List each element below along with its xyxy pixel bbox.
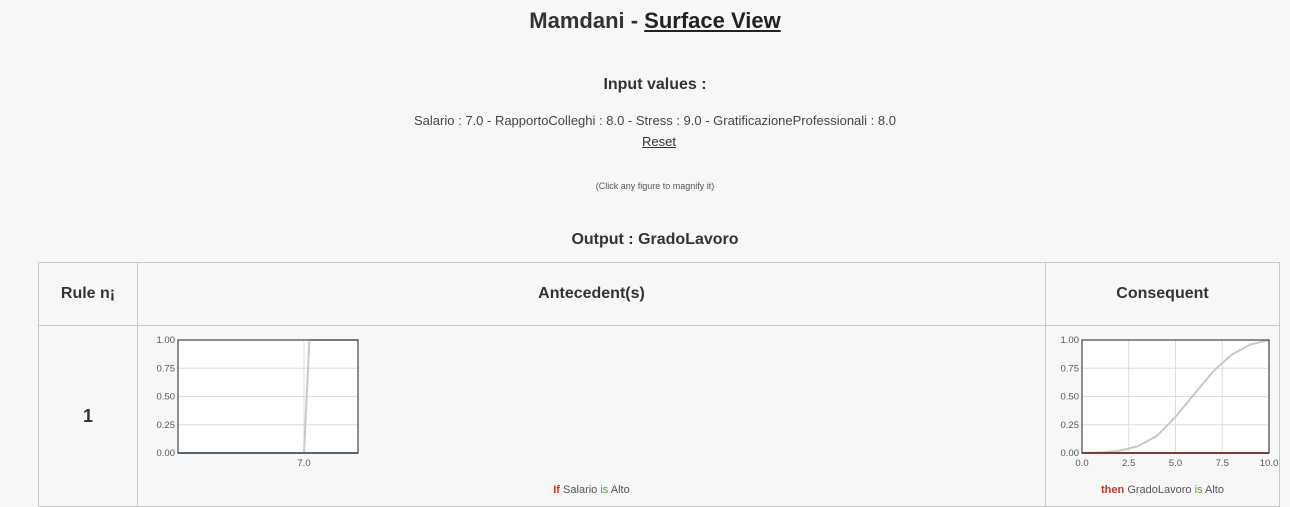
- rules-table: Rule n¡ Antecedent(s) Consequent 1 0.00 0…: [38, 262, 1280, 507]
- consequent-is-keyword: is: [1194, 484, 1203, 496]
- y-tick-label: 0.50: [157, 392, 176, 403]
- y-tick-label: 0.50: [1061, 392, 1080, 403]
- rule-number: 1: [38, 325, 138, 507]
- consequent-term: Alto: [1205, 484, 1224, 496]
- consequent-variable: GradoLavoro: [1127, 484, 1192, 496]
- y-tick-label: 0.25: [157, 420, 176, 431]
- surface-view-link[interactable]: Surface View: [644, 8, 781, 33]
- then-keyword: then: [1101, 484, 1125, 496]
- antecedent-term: Alto: [610, 484, 630, 496]
- rules-table-header: Rule n¡ Antecedent(s) Consequent: [38, 262, 1280, 326]
- page-title-prefix: Mamdani -: [529, 8, 645, 33]
- y-tick-label: 0.25: [1061, 420, 1080, 431]
- table-row: 1 0.00 0.25 0.50 0.75 1.00 7.0 If Salario is …: [38, 325, 1280, 507]
- y-tick-label: 0.00: [157, 448, 176, 459]
- antecedent-plot-area: 0.00 0.25 0.50 0.75 1.00 7.0: [157, 335, 359, 469]
- header-consequent: Consequent: [1045, 262, 1280, 326]
- x-tick-label: 10.0: [1260, 458, 1278, 469]
- antecedent-variable: Salario: [563, 484, 598, 496]
- header-antecedents: Antecedent(s): [137, 262, 1046, 326]
- x-tick-label: 5.0: [1169, 458, 1182, 469]
- y-tick-label: 0.75: [157, 363, 176, 374]
- input-values-heading: Input values :: [603, 76, 707, 93]
- header-rule-number: Rule n¡: [38, 262, 138, 326]
- antecedent-caption: If Salario is Alto: [138, 484, 1045, 496]
- output-heading: Output : GradoLavoro: [571, 231, 739, 248]
- y-tick-label: 0.75: [1061, 363, 1080, 374]
- antecedent-is-keyword: is: [600, 484, 609, 496]
- reset-link[interactable]: Reset: [642, 134, 676, 149]
- consequent-plot-area: 0.000.250.500.751.000.0 2.5 5.0 7.5 10.0: [1061, 335, 1279, 469]
- consequent-plot[interactable]: 0.000.250.500.751.000.0 2.5 5.0 7.5 10.0: [1050, 334, 1279, 474]
- reset-link-wrapper: Reset: [0, 134, 1290, 149]
- consequent-caption: then GradoLavoro is Alto: [1046, 484, 1279, 496]
- x-tick-label: 2.5: [1122, 458, 1135, 469]
- x-tick-label: 7.5: [1216, 458, 1229, 469]
- input-values-summary: Salario : 7.0 - RapportoColleghi : 8.0 -…: [414, 113, 896, 128]
- antecedent-cell: 0.00 0.25 0.50 0.75 1.00 7.0 If Salario is Al…: [137, 325, 1046, 507]
- y-tick-label: 1.00: [1061, 335, 1080, 346]
- consequent-cell: 0.00 0.25 0.50 0.75 1.00 0.0 2.5 5.0 7.5 10.0 the…: [1045, 325, 1280, 507]
- x-tick-label: 0.0: [1075, 458, 1088, 469]
- antecedent-plot[interactable]: 0.00 0.25 0.50 0.75 1.00 7.0: [142, 334, 367, 474]
- x-tick-label: 7.0: [297, 458, 310, 469]
- y-tick-label: 1.00: [157, 335, 176, 346]
- magnify-hint: (Click any figure to magnify it): [595, 181, 715, 191]
- if-keyword: If: [553, 484, 560, 496]
- page-title: Mamdani - Surface View: [0, 8, 1290, 34]
